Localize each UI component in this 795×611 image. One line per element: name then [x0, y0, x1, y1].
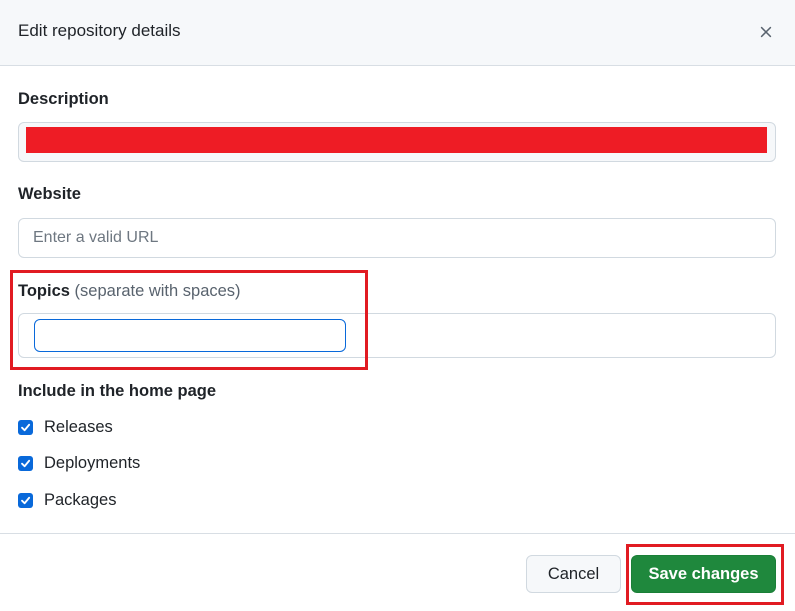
packages-label: Packages [44, 491, 117, 509]
annotation-highlight-topics [10, 270, 368, 370]
deployments-checkbox-row[interactable]: Deployments [18, 454, 140, 473]
checkmark-icon [21, 423, 31, 432]
dialog-title: Edit repository details [18, 21, 181, 40]
annotation-highlight-save [626, 544, 784, 605]
dialog-header: Edit repository details [0, 0, 795, 66]
website-input[interactable] [18, 218, 776, 258]
checkmark-icon [21, 459, 31, 468]
website-label: Website [18, 185, 81, 203]
packages-checkbox[interactable] [18, 493, 33, 508]
close-button[interactable] [752, 18, 780, 46]
deployments-checkbox[interactable] [18, 456, 33, 471]
close-icon [760, 26, 772, 38]
footer-divider [0, 533, 795, 534]
description-label: Description [18, 90, 109, 108]
releases-label: Releases [44, 418, 113, 436]
deployments-label: Deployments [44, 454, 141, 472]
redacted-description-value [26, 127, 767, 153]
checkmark-icon [21, 496, 31, 505]
releases-checkbox[interactable] [18, 420, 33, 435]
cancel-button[interactable]: Cancel [526, 555, 621, 593]
packages-checkbox-row[interactable]: Packages [18, 491, 116, 510]
releases-checkbox-row[interactable]: Releases [18, 418, 113, 437]
home-page-section-label: Include in the home page [18, 382, 217, 400]
